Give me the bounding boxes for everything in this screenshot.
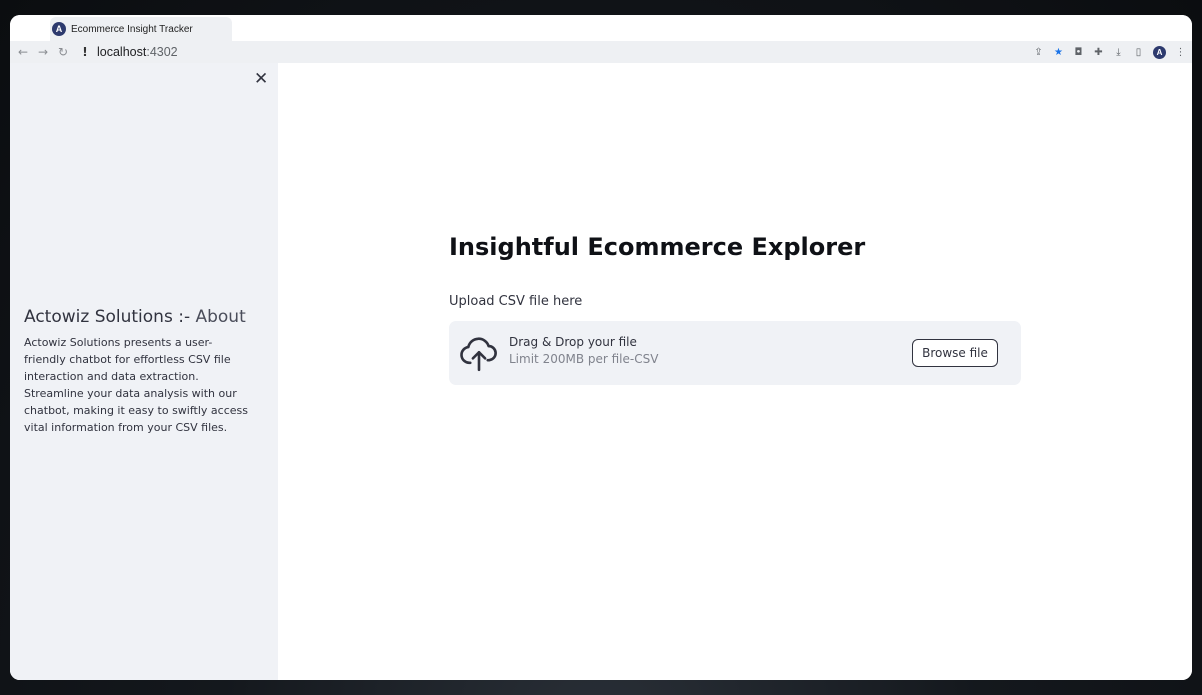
forward-arrow-icon[interactable]: → xyxy=(33,45,53,59)
close-sidebar-icon[interactable]: ✕ xyxy=(254,69,268,89)
side-panel-icon[interactable]: ▯ xyxy=(1133,47,1144,58)
cloud-upload-icon xyxy=(460,337,497,372)
back-arrow-icon[interactable]: ← xyxy=(13,45,33,59)
file-dropzone[interactable]: Drag & Drop your file Limit 200MB per fi… xyxy=(449,321,1021,385)
share-icon[interactable]: ⇪ xyxy=(1033,47,1044,58)
address-bar[interactable]: ! localhost:4302 xyxy=(79,43,178,61)
toolbar-actions: ⇪ ★ ◘ ✚ ⤓ ▯ A ⋮ xyxy=(1033,41,1186,63)
page-title: Insightful Ecommerce Explorer xyxy=(449,233,866,261)
about-description: Actowiz Solutions presents a user-friend… xyxy=(24,336,248,434)
extensions-icon[interactable]: ✚ xyxy=(1093,47,1104,58)
browse-file-button[interactable]: Browse file xyxy=(912,339,998,367)
app-page: ✕ Actowiz Solutions :- About Actowiz Sol… xyxy=(10,63,1192,680)
screenshot-icon[interactable]: ◘ xyxy=(1073,47,1084,58)
url-text: localhost:4302 xyxy=(97,45,178,59)
download-icon[interactable]: ⤓ xyxy=(1113,47,1124,58)
about-heading: Actowiz Solutions :- About xyxy=(24,307,246,327)
dropzone-limit: Limit 200MB per file-CSV xyxy=(509,352,659,366)
tab-strip: A Ecommerce Insight Tracker xyxy=(10,15,1192,41)
browser-window: A Ecommerce Insight Tracker ← → ↻ ! loca… xyxy=(10,15,1192,680)
sidebar: ✕ Actowiz Solutions :- About Actowiz Sol… xyxy=(10,63,278,680)
tab-title: Ecommerce Insight Tracker xyxy=(71,23,193,35)
avatar-icon[interactable]: A xyxy=(1153,45,1166,59)
about-heading-company: Actowiz Solutions :- xyxy=(24,307,191,327)
dropzone-instructions: Drag & Drop your file xyxy=(509,335,637,349)
menu-icon[interactable]: ⋮ xyxy=(1175,47,1186,58)
reload-icon[interactable]: ↻ xyxy=(53,45,73,59)
url-port: :4302 xyxy=(146,45,178,59)
upload-label: Upload CSV file here xyxy=(449,294,583,309)
browser-tab[interactable]: A Ecommerce Insight Tracker xyxy=(50,17,232,41)
about-heading-about: About xyxy=(195,307,246,327)
url-host: localhost xyxy=(97,45,147,59)
star-icon[interactable]: ★ xyxy=(1053,47,1064,58)
favicon-icon: A xyxy=(52,22,66,36)
browser-toolbar: ← → ↻ ! localhost:4302 ⇪ ★ ◘ ✚ ⤓ ▯ A ⋮ xyxy=(10,41,1192,63)
info-icon[interactable]: ! xyxy=(79,45,91,59)
